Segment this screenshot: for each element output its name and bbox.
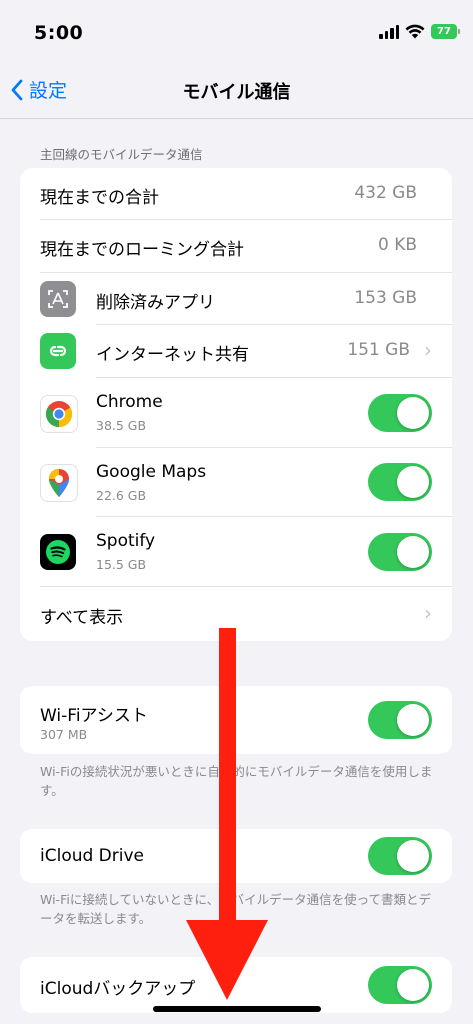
row-label: 現在までの合計 xyxy=(40,188,159,208)
row-app-chrome: Chrome 38.5 GB xyxy=(20,378,452,448)
row-label: 現在までのローミング合計 xyxy=(40,240,244,260)
google-maps-icon xyxy=(40,464,78,502)
app-usage: 15.5 GB xyxy=(96,557,147,572)
cellular-signal-icon xyxy=(379,24,399,39)
icloud-drive-label: iCloud Drive xyxy=(40,846,145,866)
app-name: Chrome xyxy=(96,392,163,412)
google-maps-cellular-toggle[interactable] xyxy=(368,463,432,501)
hotspot-icon xyxy=(40,333,76,369)
wifi-icon xyxy=(405,24,425,39)
section-header-usage: 主回線のモバイルデータ通信 xyxy=(40,147,203,162)
navigation-bar: 設定 モバイル通信 xyxy=(0,62,473,119)
row-label: インターネット共有 xyxy=(96,345,249,365)
icloud-drive-footnote: Wi-Fiに接続していないときに、モバイルデータ通信を使って書類とデータを転送し… xyxy=(40,892,431,926)
row-total-usage: 現在までの合計 432 GB xyxy=(20,168,452,220)
status-time: 5:00 xyxy=(34,22,84,44)
wifi-assist-toggle[interactable] xyxy=(368,701,432,739)
chevron-right-icon: › xyxy=(424,601,432,625)
row-label: 削除済みアプリ xyxy=(96,293,215,313)
usage-card: 現在までの合計 432 GB 現在までのローミング合計 0 KB 削除済みアプリ… xyxy=(20,168,452,641)
row-value: 151 GB xyxy=(347,340,410,360)
row-app-spotify: Spotify 15.5 GB xyxy=(20,517,452,587)
wifi-assist-label: Wi-Fiアシスト xyxy=(40,706,148,726)
wifi-assist-card: Wi-Fiアシスト 307 MB xyxy=(20,686,452,754)
deleted-apps-icon xyxy=(40,281,76,317)
chrome-cellular-toggle[interactable] xyxy=(368,394,432,432)
show-all-label: すべて表示 xyxy=(40,608,124,628)
row-value: 153 GB xyxy=(354,288,417,308)
icloud-backup-label: iCloudバックアップ xyxy=(40,979,196,999)
row-personal-hotspot[interactable]: インターネット共有 151 GB › xyxy=(20,325,452,378)
battery-level: 77 xyxy=(437,26,451,37)
app-name: Google Maps xyxy=(96,462,207,482)
spotify-icon xyxy=(40,534,76,570)
spotify-cellular-toggle[interactable] xyxy=(368,533,432,571)
chrome-icon xyxy=(40,395,78,433)
row-value: 0 KB xyxy=(377,235,417,255)
page-title: モバイル通信 xyxy=(182,82,291,103)
battery-icon: 77 xyxy=(431,24,460,39)
status-bar: 5:00 77 xyxy=(0,0,473,62)
chevron-right-icon: › xyxy=(424,338,432,362)
app-usage: 22.6 GB xyxy=(96,488,147,503)
icloud-backup-card: iCloudバックアップ xyxy=(20,957,452,1013)
row-app-google-maps: Google Maps 22.6 GB xyxy=(20,448,452,517)
wifi-assist-footnote: Wi-Fiの接続状況が悪いときに自動的にモバイルデータ通信を使用します。 xyxy=(40,764,433,798)
row-show-all[interactable]: すべて表示 › xyxy=(20,587,452,641)
status-icons: 77 xyxy=(379,24,460,39)
row-value: 432 GB xyxy=(354,183,417,203)
row-deleted-apps: 削除済みアプリ 153 GB xyxy=(20,273,452,325)
icloud-backup-toggle[interactable] xyxy=(368,966,432,1004)
cellular-settings-screen: 5:00 77 設定 モバイル通信 主回線のモバイルデータ通信 現在までの合計 … xyxy=(0,0,473,1024)
app-usage: 38.5 GB xyxy=(96,418,147,433)
icloud-drive-card: iCloud Drive xyxy=(20,829,452,883)
home-indicator[interactable] xyxy=(153,1006,321,1012)
app-name: Spotify xyxy=(96,531,156,551)
row-roaming-usage: 現在までのローミング合計 0 KB xyxy=(20,220,452,273)
icloud-drive-toggle[interactable] xyxy=(368,837,432,875)
wifi-assist-usage: 307 MB xyxy=(40,727,88,742)
